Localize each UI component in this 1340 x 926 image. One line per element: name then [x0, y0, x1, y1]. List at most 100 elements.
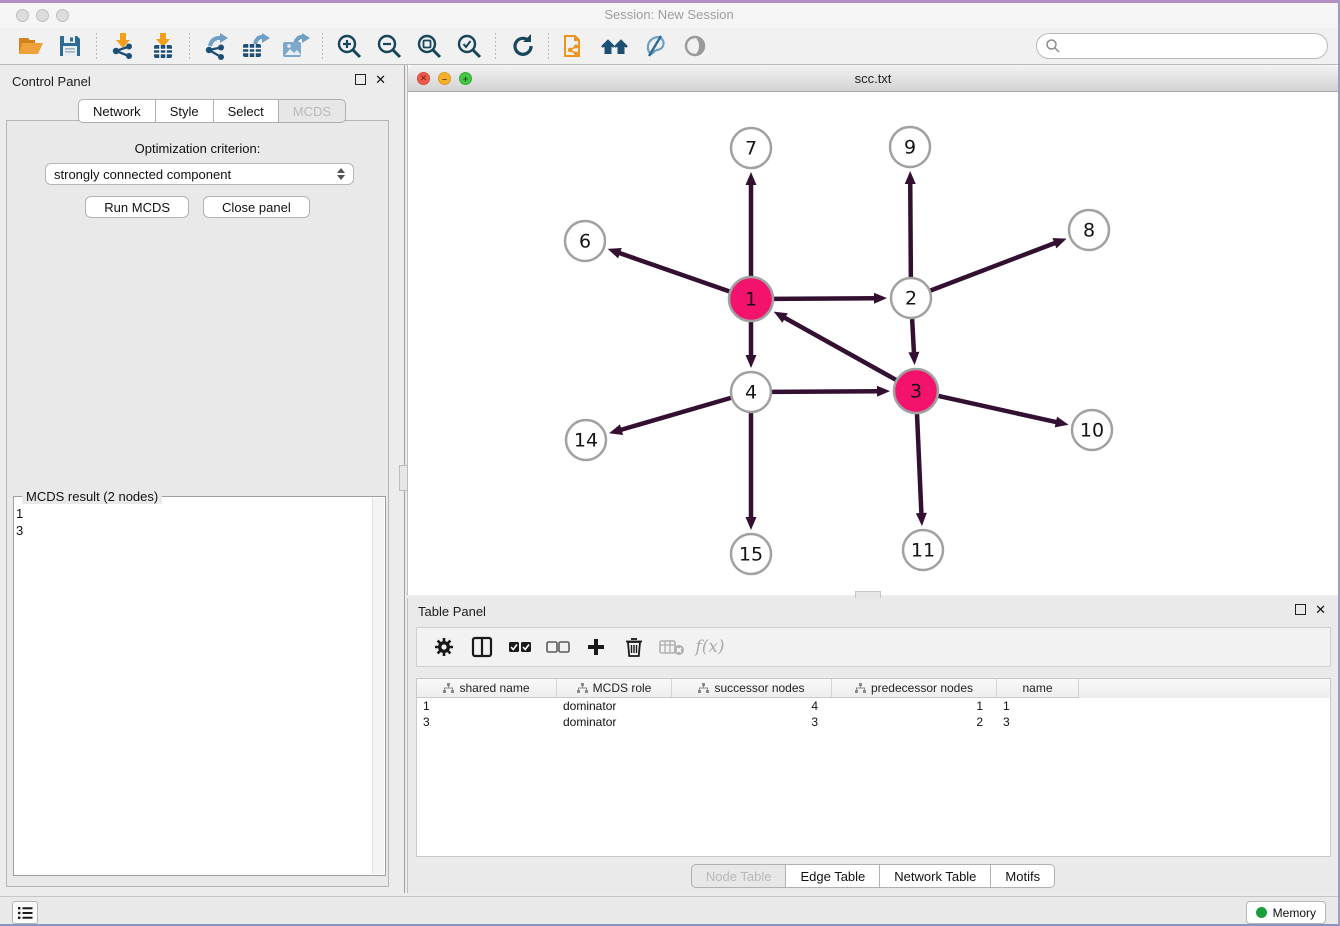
control-tab-select[interactable]: Select: [213, 99, 278, 123]
result-scrollbar[interactable]: [372, 498, 384, 874]
export-image-button[interactable]: [276, 31, 316, 61]
eye-icon: [681, 34, 709, 58]
plus-icon: [586, 637, 606, 657]
edge-3-11[interactable]: [917, 414, 921, 515]
zoom-in-icon: [336, 33, 362, 59]
column-type-icon: [577, 683, 588, 694]
application-window: Session: New Session: [0, 0, 1340, 926]
zoom-in-button[interactable]: [329, 31, 369, 61]
close-table-panel-icon[interactable]: ✕: [1315, 604, 1326, 615]
edge-arrowhead: [1052, 238, 1066, 248]
column-header-label: successor nodes: [714, 681, 804, 695]
column-header-label: name: [1022, 681, 1052, 695]
optimization-criterion-label: Optimization criterion:: [7, 141, 388, 156]
column-header-predecessor-nodes[interactable]: predecessor nodes: [832, 679, 997, 698]
column-header-MCDS-role[interactable]: MCDS role: [557, 679, 672, 698]
delete-column-button[interactable]: [617, 632, 651, 662]
search-input[interactable]: [1061, 38, 1319, 55]
float-panel-icon[interactable]: [355, 74, 366, 85]
float-table-panel-icon[interactable]: [1295, 604, 1306, 615]
table-row[interactable]: 3dominator323: [417, 714, 1330, 730]
search-box[interactable]: [1036, 33, 1328, 59]
main-toolbar: [0, 28, 1338, 65]
table-settings-button[interactable]: [427, 632, 461, 662]
import-table-button[interactable]: [143, 31, 183, 61]
show-all-networks-button[interactable]: [595, 31, 635, 61]
control-tab-mcds[interactable]: MCDS: [278, 99, 346, 123]
os-titlebar: Session: New Session: [0, 3, 1338, 29]
list-icon: [17, 906, 33, 920]
edge-3-1[interactable]: [783, 317, 896, 380]
mcds-panel: Optimization criterion: strongly connect…: [6, 120, 389, 887]
zoom-selected-button[interactable]: [449, 31, 489, 61]
edge-arrowhead: [608, 248, 622, 258]
network-window-titlebar[interactable]: ✕ – + scc.txt: [408, 65, 1338, 92]
add-column-button[interactable]: [579, 632, 613, 662]
column-header-name[interactable]: name: [997, 679, 1079, 698]
save-session-button[interactable]: [50, 31, 90, 61]
graph-node-label: 4: [745, 382, 757, 404]
network-canvas[interactable]: 7968124314101511: [408, 92, 1339, 595]
export-table-icon: [241, 32, 271, 60]
toggle-column-panel-button[interactable]: [465, 632, 499, 662]
edge-3-10[interactable]: [938, 396, 1057, 422]
network-graph[interactable]: 7968124314101511: [408, 92, 1339, 595]
criterion-select[interactable]: strongly connected component: [45, 163, 354, 185]
table-tab-edge-table[interactable]: Edge Table: [785, 864, 879, 888]
control-tab-network[interactable]: Network: [78, 99, 155, 123]
copy-network-icon: [562, 32, 588, 60]
unchecked-boxes-icon: [546, 640, 570, 654]
toolbar-separator: [322, 33, 323, 59]
graph-node-label: 9: [904, 137, 916, 159]
save-disk-icon: [58, 34, 82, 58]
column-header-shared-name[interactable]: shared name: [417, 679, 557, 698]
zoom-fit-button[interactable]: [409, 31, 449, 61]
zoom-selected-icon: [456, 33, 482, 59]
deselect-all-rows-button[interactable]: [541, 632, 575, 662]
delete-table-button[interactable]: [655, 632, 689, 662]
edge-2-8[interactable]: [931, 242, 1057, 290]
show-hide-style-button[interactable]: [635, 31, 675, 61]
edge-arrowhead: [609, 424, 623, 435]
import-network-button[interactable]: [103, 31, 143, 61]
export-table-button[interactable]: [236, 31, 276, 61]
edge-4-3[interactable]: [772, 391, 879, 392]
select-all-rows-button[interactable]: [503, 632, 537, 662]
edge-2-3[interactable]: [912, 319, 914, 354]
column-type-icon: [698, 683, 709, 694]
close-panel-icon[interactable]: ✕: [375, 74, 386, 85]
export-network-icon: [202, 32, 230, 60]
table-cell: 1: [997, 698, 1079, 714]
zoom-fit-icon: [416, 33, 442, 59]
function-builder-button[interactable]: f(x): [693, 632, 727, 662]
zoom-out-button[interactable]: [369, 31, 409, 61]
control-tab-style[interactable]: Style: [155, 99, 213, 123]
memory-button[interactable]: Memory: [1246, 901, 1326, 924]
status-bar: Memory: [0, 896, 1338, 926]
table-tab-node-table[interactable]: Node Table: [691, 864, 786, 888]
table-tab-motifs[interactable]: Motifs: [990, 864, 1055, 888]
edge-2-9[interactable]: [910, 182, 911, 277]
column-header-label: shared name: [459, 681, 529, 695]
open-session-button[interactable]: [10, 31, 50, 61]
zoom-out-icon: [376, 33, 402, 59]
export-network-button[interactable]: [196, 31, 236, 61]
control-panel-header: Control Panel ✕: [0, 65, 400, 95]
edge-arrowhead: [916, 513, 927, 526]
table-cell: 1: [832, 698, 997, 714]
table-cell: dominator: [557, 714, 672, 730]
edge-4-14[interactable]: [620, 398, 731, 430]
table-tab-network-table[interactable]: Network Table: [879, 864, 990, 888]
table-row[interactable]: 1dominator411: [417, 698, 1330, 714]
apply-layout-button[interactable]: [502, 31, 542, 61]
column-header-successor-nodes[interactable]: successor nodes: [672, 679, 832, 698]
edge-1-6[interactable]: [618, 253, 729, 292]
show-hide-graphics-details-button[interactable]: [675, 31, 715, 61]
run-mcds-button[interactable]: Run MCDS: [85, 196, 189, 218]
edge-1-2[interactable]: [774, 298, 876, 299]
network-view-window: ✕ – + scc.txt 7968124314101511: [407, 65, 1338, 595]
node-table[interactable]: shared name MCDS role successor nodes prede…: [416, 678, 1331, 857]
close-panel-button[interactable]: Close panel: [203, 196, 310, 218]
create-network-from-selection-button[interactable]: [555, 31, 595, 61]
network-list-button[interactable]: [12, 901, 38, 924]
